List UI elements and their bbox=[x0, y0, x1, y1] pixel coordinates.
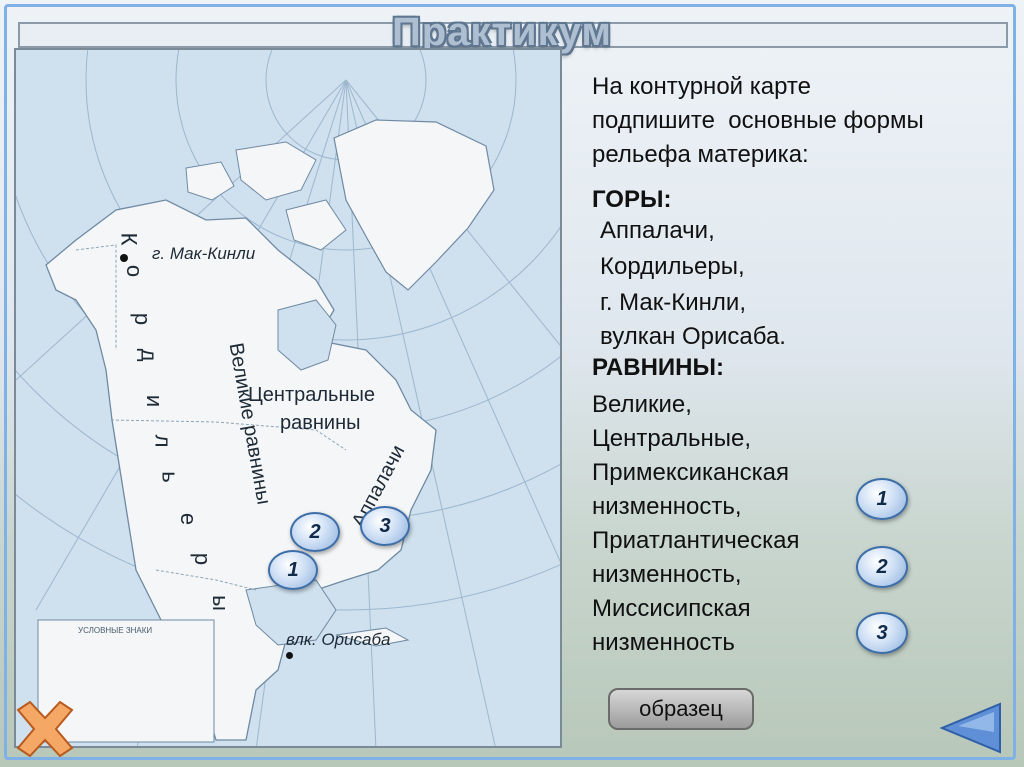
map-marker-2[interactable]: 2 bbox=[290, 512, 340, 552]
contour-map: УСЛОВНЫЕ ЗНАКИ г. Мак-Кинли К о р д и л … bbox=[14, 48, 562, 748]
answer-button-2[interactable]: 2 bbox=[856, 546, 908, 588]
plain-item-2: Центральные, bbox=[592, 425, 752, 452]
plains-heading: РАВНИНЫ: bbox=[592, 354, 724, 381]
mckinley-dot bbox=[120, 254, 128, 262]
cordillera-letter-7: ь bbox=[157, 471, 183, 483]
plain-item-6: низменность, bbox=[592, 561, 742, 588]
cordillera-letter-4: д bbox=[136, 348, 162, 362]
cordillera-letter-2: о bbox=[122, 264, 148, 278]
plain-item-7: Миссисипская bbox=[592, 595, 751, 622]
plain-item-3: Примексиканская bbox=[592, 459, 790, 486]
cordillera-letter-1: К bbox=[116, 232, 142, 246]
central-plains-label-2: равнины bbox=[280, 412, 361, 434]
cordillera-letter-3: р bbox=[130, 312, 156, 326]
plain-item-1: Великие, bbox=[592, 391, 692, 418]
intro-line-3: рельефа материка: bbox=[592, 141, 809, 168]
map-marker-1[interactable]: 1 bbox=[268, 550, 318, 590]
back-arrow-icon[interactable] bbox=[938, 702, 1002, 754]
orizaba-dot bbox=[286, 652, 293, 659]
mountain-item-2: Кордильеры, bbox=[600, 253, 745, 280]
close-icon[interactable] bbox=[12, 700, 78, 758]
mountain-item-4: вулкан Орисаба. bbox=[600, 323, 786, 350]
answer-button-3[interactable]: 3 bbox=[856, 612, 908, 654]
cordillera-letter-8: е bbox=[176, 512, 202, 526]
plain-item-4: низменность, bbox=[592, 493, 742, 520]
map-marker-3[interactable]: 3 bbox=[360, 506, 410, 546]
plain-item-5: Приатлантическая bbox=[592, 527, 800, 554]
mountains-heading: ГОРЫ: bbox=[592, 186, 672, 213]
mountain-item-1: Аппалачи, bbox=[600, 217, 715, 244]
intro-line-2: подпишите основные формы bbox=[592, 107, 924, 134]
cordillera-letter-5: и bbox=[142, 394, 168, 408]
sample-button[interactable]: образец bbox=[608, 688, 754, 730]
task-intro: На контурной карте подпишите основные фо… bbox=[592, 70, 1012, 172]
cordillera-letter-10: ы bbox=[207, 595, 233, 611]
plain-item-8: низменность bbox=[592, 629, 735, 656]
central-plains-label-1: Центральные bbox=[248, 384, 376, 406]
answer-button-1[interactable]: 1 bbox=[856, 478, 908, 520]
cordillera-letter-6: л bbox=[150, 434, 176, 448]
intro-line-1: На контурной карте bbox=[592, 73, 811, 100]
orizaba-label: влк. Орисаба bbox=[286, 630, 391, 649]
legend-label: УСЛОВНЫЕ ЗНАКИ bbox=[78, 626, 153, 635]
mckinley-label: г. Мак-Кинли bbox=[152, 244, 256, 263]
mountain-item-3: г. Мак-Кинли, bbox=[600, 289, 746, 316]
cordillera-letter-9: р bbox=[190, 552, 216, 566]
